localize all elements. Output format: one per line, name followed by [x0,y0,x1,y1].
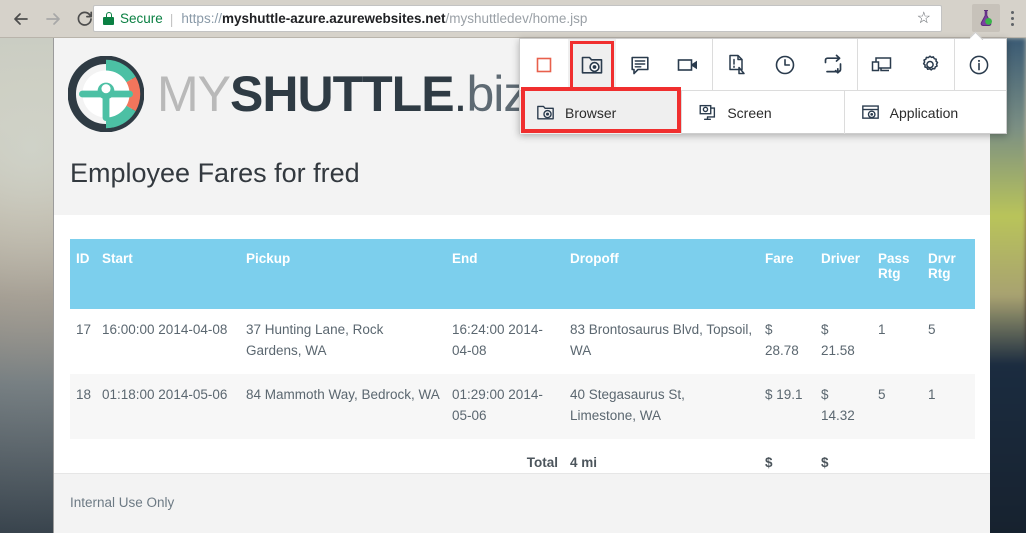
footer-text: Internal Use Only [70,495,175,510]
fares-table-head: ID Start Pickup End Dropoff Fare Driver … [70,239,975,309]
column-header-id[interactable]: ID [70,239,96,309]
record-video-icon[interactable] [664,39,712,90]
fares-table: ID Start Pickup End Dropoff Fare Driver … [70,239,975,507]
url-scheme: https:// [181,11,222,26]
settings-gear-icon[interactable] [906,39,954,90]
column-header-pass-rtg[interactable]: Pass Rtg [872,239,922,309]
cell-pass-rtg: 1 [878,322,886,337]
menu-item-application[interactable]: Application [843,91,1006,134]
repeat-loop-icon[interactable] [809,39,857,90]
table-row: 18 01:18:00 2014-05-06 84 Mammoth Way, B… [70,373,975,439]
stop-recording-icon[interactable] [520,39,568,90]
screen-capture-icon [699,104,716,121]
drvr-rtg-line1: Drvr [928,251,956,266]
column-header-start[interactable]: Start [96,239,240,309]
menu-item-browser[interactable]: Browser [520,87,682,134]
cell-pickup: 37 Hunting Lane, Rock Gardens, WA [246,322,384,358]
cell-fare: $ 19.1 [759,373,815,439]
cell-id: 18 [70,373,96,439]
brand-wordmark: MYSHUTTLE.biz [157,66,528,122]
bookmark-star-icon[interactable]: ☆ [913,10,935,27]
column-header-drvr-rtg[interactable]: Drvr Rtg [922,239,975,309]
cell-dropoff: 83 Brontosaurus Blvd, Topsoil, WA [570,322,753,358]
lock-icon [103,12,114,25]
table-header-row: ID Start Pickup End Dropoff Fare Driver … [70,239,975,309]
browser-menu-button[interactable] [1002,4,1022,32]
cell-drvr-rtg: 1 [922,373,975,439]
screenshot-capture-icon[interactable] [568,39,616,90]
drvr-rtg-line2: Rtg [928,266,951,281]
omnibox-divider: | [169,10,174,27]
table-row: 17 16:00:00 2014-04-08 37 Hunting Lane, … [70,309,975,374]
brand-dot: . [453,66,468,122]
pass-rtg-line2: Rtg [878,266,901,281]
device-preview-icon[interactable] [858,39,906,90]
column-header-fare[interactable]: Fare [759,239,815,309]
url-path: /myshuttledev/home.jsp [445,11,588,26]
menu-item-browser-label: Browser [565,104,617,121]
clock-history-icon[interactable] [761,39,809,90]
capture-tool-panel: Browser Screen Application [519,31,1007,134]
capture-tool-iconbar [520,39,1006,91]
browser-nav-buttons [6,0,100,38]
menu-item-application-label: Application [889,104,959,121]
pass-rtg-line1: Pass [878,251,910,266]
page-title: Employee Fares for fred [70,158,360,188]
fares-table-container: ID Start Pickup End Dropoff Fare Driver … [54,215,990,507]
menu-item-screen[interactable]: Screen [681,91,843,134]
cell-dropoff: 40 Stegasaurus St, Limestone, WA [564,373,759,439]
browser-toolbar: Secure | https://myshuttle-azure.azurewe… [0,0,1026,38]
cell-driver: $ 21.58 [821,322,855,358]
cell-pass-rtg: 5 [872,373,922,439]
cell-end: 01:29:00 2014-05-06 [446,373,564,439]
forward-button[interactable] [38,4,68,34]
column-header-dropoff[interactable]: Dropoff [564,239,759,309]
info-icon[interactable] [955,39,1003,90]
url-text: https://myshuttle-azure.azurewebsites.ne… [181,11,587,26]
address-bar[interactable]: Secure | https://myshuttle-azure.azurewe… [93,5,942,32]
cell-id: 17 [76,322,92,337]
column-header-end[interactable]: End [446,239,564,309]
url-host: myshuttle-azure.azurewebsites.net [221,11,446,26]
security-badge: Secure [120,11,163,26]
screenshot-root: Secure | https://myshuttle-azure.azurewe… [0,0,1026,533]
annotation-comment-icon[interactable] [616,39,664,90]
brand-shuttle: SHUTTLE [230,66,455,122]
cell-start: 01:18:00 2014-05-06 [96,373,240,439]
cell-pickup: 84 Mammoth Way, Bedrock, WA [240,373,446,439]
bug-report-icon[interactable] [713,39,761,90]
steering-wheel-logo-icon [68,56,144,132]
capture-tool-group-primary [520,39,712,90]
cell-start: 16:00:00 2014-04-08 [102,322,228,337]
browser-capture-icon [537,105,554,120]
brand-my: MY [157,66,231,122]
column-header-driver[interactable]: Driver [815,239,872,309]
site-footer: Internal Use Only [54,473,990,533]
menu-item-screen-label: Screen [727,104,772,121]
column-header-pickup[interactable]: Pickup [240,239,446,309]
cell-fare: $ 28.78 [765,322,799,358]
capture-tool-group-info [954,39,1003,90]
extension-flask-icon[interactable] [972,4,1000,32]
cell-drvr-rtg: 5 [928,322,936,337]
capture-source-menu: Browser Screen Application [520,87,1006,134]
back-button[interactable] [6,4,36,34]
application-capture-icon [861,105,879,119]
cell-driver: $ 14.32 [815,373,872,439]
capture-tool-group-tertiary [857,39,954,90]
capture-tool-group-secondary [712,39,857,90]
cell-end: 16:24:00 2014-04-08 [452,322,543,358]
